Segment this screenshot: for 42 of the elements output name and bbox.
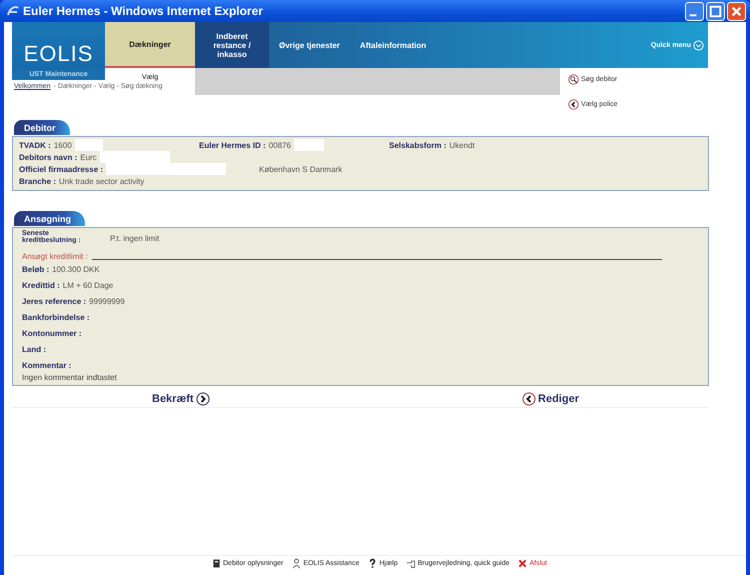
field-label: TVADK : [19,140,51,150]
field-label: Bankforbindelse : [22,312,90,322]
comment-text: Ingen kommentar indtastet [22,373,118,382]
book-icon [211,558,222,569]
nav-tab[interactable]: Dækninger [105,22,195,68]
edit-button[interactable]: Rediger [522,390,579,407]
close-icon [517,558,528,569]
field-label: Euler Hermes ID : [199,140,266,150]
field-label: Beløb : [22,264,50,274]
confirm-button[interactable]: Bekræft [152,390,210,407]
field-value: 99999999 [89,296,125,306]
redaction-block [294,139,324,151]
field-value: Unk trade sector activity [58,176,144,186]
nav-tab[interactable]: Aftaleinformation [350,22,436,68]
maximize-icon[interactable] [706,2,725,20]
field-label: Officiel firmaadresse : [19,164,104,174]
field-label: Land : [22,344,46,354]
nav-tab[interactable]: Øvrige tjenester [269,22,350,68]
field-value: 00876 [268,140,291,150]
window-title: Euler Hermes - Windows Internet Explorer [23,4,264,18]
person-icon [291,558,302,569]
field-value: LM + 60 Dage [62,280,114,290]
subsection-heading: Ansøgt kreditlimit : [22,252,88,261]
field-label: Jeres reference : [22,296,86,306]
field-label: Selskabsform : [389,140,446,150]
field-value: Eurc [80,152,97,162]
field-label: Kommentar : [22,360,72,370]
close-icon[interactable] [727,2,746,20]
field-label: Branche : [19,176,56,186]
field-value: Ukendt [449,140,475,150]
field-value: København S Danmark [259,164,342,174]
field-label: Debitors navn : [19,152,78,162]
chevron-down-icon [693,40,704,50]
nav-tab[interactable]: Indberet restance / inkasso [195,22,269,68]
field-value: 100.300 DKK [52,264,100,274]
field-value: P.t. ingen limit [110,234,160,243]
search-icon [568,74,579,85]
browser-icon [6,4,20,18]
field-label: Kontonummer : [22,328,82,338]
field-value: 1600 [54,140,72,150]
minimize-icon[interactable] [685,2,704,20]
field-label: Kredittid : [22,280,60,290]
